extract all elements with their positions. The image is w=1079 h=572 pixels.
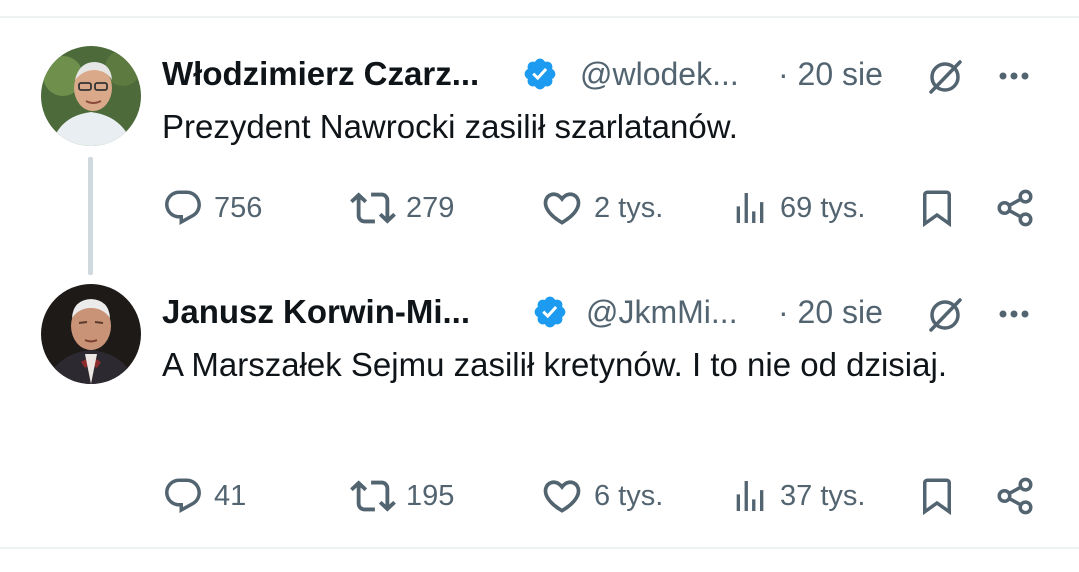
tweet-header: Włodzimierz Czarz... @wlodek... · 20 sie <box>162 52 1042 96</box>
more-icon[interactable] <box>994 294 1034 334</box>
repost-icon <box>350 192 396 224</box>
views-button[interactable]: 37 tys. <box>730 471 865 521</box>
repost-count: 195 <box>406 479 455 512</box>
repost-count: 279 <box>406 191 455 224</box>
share-icon <box>997 477 1033 515</box>
bookmark-button[interactable] <box>916 183 958 233</box>
bookmark-button[interactable] <box>916 471 958 521</box>
tweet-text: Prezydent Nawrocki zasilił szarlatanów. <box>162 108 738 145</box>
tweet-actions: 756 279 2 tys. 69 tys. <box>0 183 1079 233</box>
share-button[interactable] <box>994 471 1036 521</box>
tweet-date[interactable]: · 20 sie <box>778 52 883 96</box>
repost-icon <box>350 480 396 512</box>
more-icon[interactable] <box>994 56 1034 96</box>
verified-badge-icon[interactable] <box>522 56 558 92</box>
grok-icon[interactable] <box>926 294 966 334</box>
reply-count: 41 <box>214 479 247 512</box>
like-button[interactable]: 2 tys. <box>540 183 663 233</box>
author-handle[interactable]: @JkmMi... <box>586 290 738 334</box>
author-name[interactable]: Włodzimierz Czarz... <box>162 52 479 96</box>
author-handle[interactable]: @wlodek... <box>580 52 739 96</box>
views-button[interactable]: 69 tys. <box>730 183 865 233</box>
bottom-divider <box>0 547 1079 549</box>
share-icon <box>997 189 1033 227</box>
tweet-text: A Marszałek Sejmu zasilił kretynów. I to… <box>162 346 947 383</box>
like-button[interactable]: 6 tys. <box>540 471 663 521</box>
share-button[interactable] <box>994 183 1036 233</box>
repost-button[interactable]: 279 <box>350 183 454 233</box>
tweet-date[interactable]: · 20 sie <box>778 290 883 334</box>
author-name[interactable]: Janusz Korwin-Mi... <box>162 290 470 334</box>
tweet-header: Janusz Korwin-Mi... @JkmMi... · 20 sie <box>162 290 1042 334</box>
reply-count: 756 <box>214 191 263 224</box>
like-count: 2 tys. <box>594 191 664 224</box>
repost-button[interactable]: 195 <box>350 471 454 521</box>
reply-button[interactable]: 756 <box>162 183 262 233</box>
verified-badge-icon[interactable] <box>532 294 568 330</box>
grok-icon[interactable] <box>926 56 966 96</box>
like-icon <box>543 480 581 513</box>
views-icon <box>736 481 764 511</box>
views-count: 69 tys. <box>780 191 866 224</box>
like-icon <box>543 192 581 225</box>
reply-icon <box>165 190 201 225</box>
tweet-actions: 41 195 6 tys. 37 tys. <box>0 471 1079 521</box>
bookmark-icon <box>923 478 951 516</box>
avatar-janusz[interactable] <box>41 284 141 384</box>
like-count: 6 tys. <box>594 479 664 512</box>
top-divider <box>0 16 1079 18</box>
reply-button[interactable]: 41 <box>162 471 246 521</box>
bookmark-icon <box>923 190 951 228</box>
views-icon <box>736 193 764 223</box>
avatar-wlodzimierz[interactable] <box>41 46 141 146</box>
views-count: 37 tys. <box>780 479 866 512</box>
reply-icon <box>165 478 201 513</box>
